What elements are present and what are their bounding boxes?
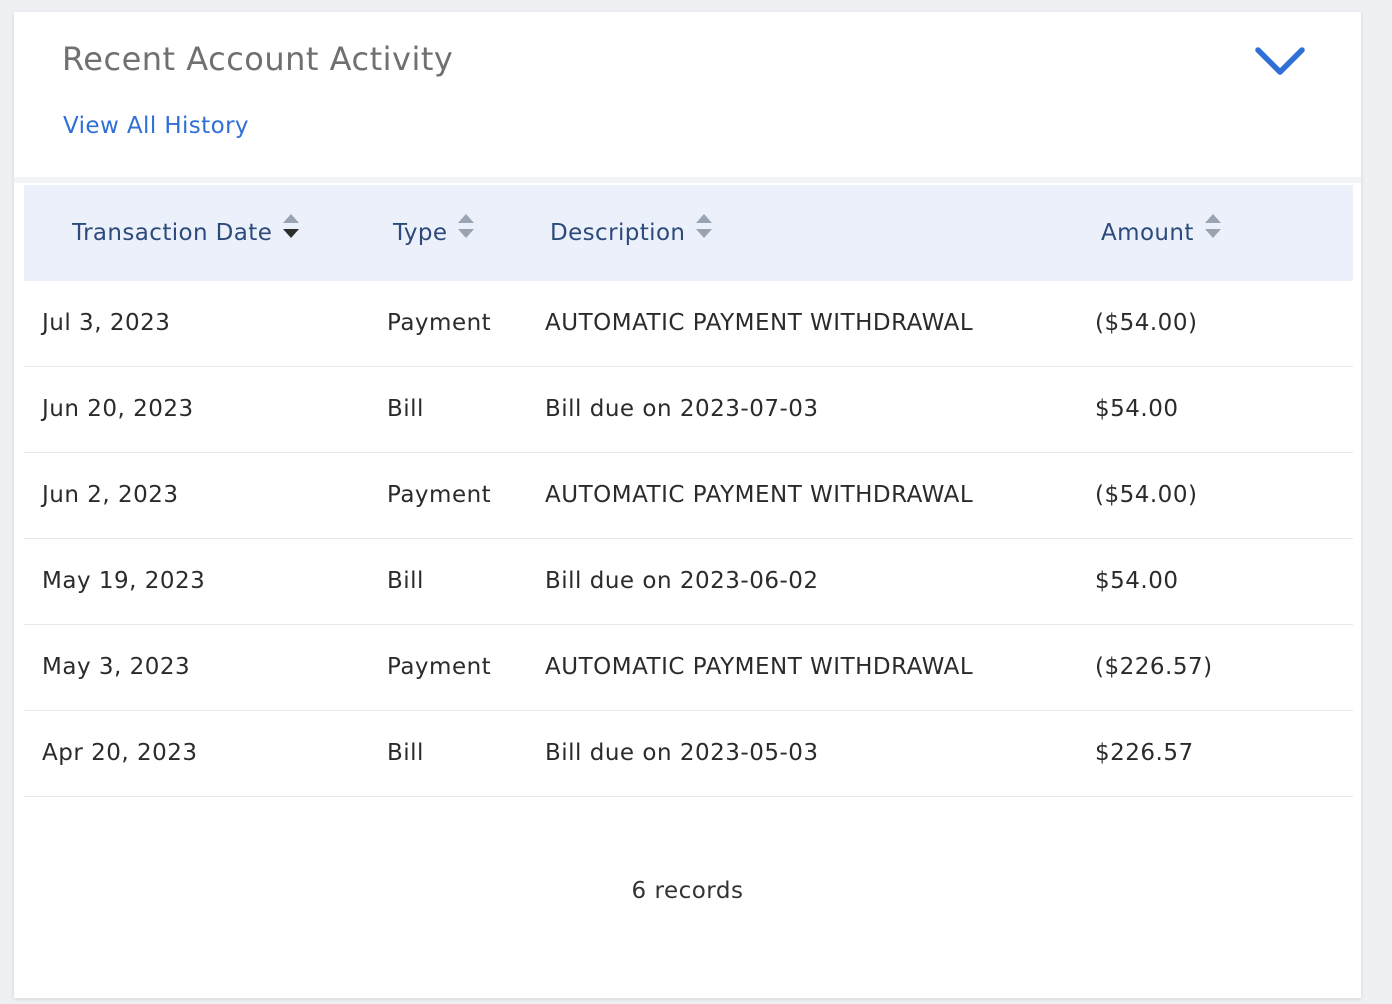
cell-type: Bill bbox=[387, 396, 424, 422]
cell-description: AUTOMATIC PAYMENT WITHDRAWAL bbox=[545, 654, 974, 680]
cell-transaction-date: May 19, 2023 bbox=[42, 568, 206, 594]
cell-description: AUTOMATIC PAYMENT WITHDRAWAL bbox=[545, 482, 974, 508]
cell-description: Bill due on 2023-07-03 bbox=[545, 396, 819, 422]
account-activity-card: Recent Account Activity View All History… bbox=[14, 12, 1361, 998]
table-row: Apr 20, 2023 Bill Bill due on 2023-05-03… bbox=[24, 711, 1353, 797]
cell-amount: ($54.00) bbox=[1095, 310, 1198, 336]
column-header-transaction-date[interactable]: Transaction Date bbox=[72, 185, 300, 281]
card-title: Recent Account Activity bbox=[62, 40, 454, 78]
table-row: Jun 2, 2023 Payment AUTOMATIC PAYMENT WI… bbox=[24, 453, 1353, 539]
cell-transaction-date: Apr 20, 2023 bbox=[42, 740, 198, 766]
table-row: Jul 3, 2023 Payment AUTOMATIC PAYMENT WI… bbox=[24, 281, 1353, 367]
column-header-type[interactable]: Type bbox=[393, 185, 475, 281]
cell-type: Payment bbox=[387, 654, 492, 680]
column-header-label: Transaction Date bbox=[72, 220, 273, 246]
column-header-label: Type bbox=[393, 220, 448, 246]
cell-type: Payment bbox=[387, 310, 492, 336]
sort-icon bbox=[1204, 184, 1222, 280]
cell-description: Bill due on 2023-06-02 bbox=[545, 568, 819, 594]
cell-type: Bill bbox=[387, 740, 424, 766]
activity-table: Transaction Date Type Description Amount… bbox=[24, 185, 1353, 797]
column-header-label: Description bbox=[550, 220, 686, 246]
sort-icon bbox=[457, 184, 475, 280]
cell-description: AUTOMATIC PAYMENT WITHDRAWAL bbox=[545, 310, 974, 336]
card-header: Recent Account Activity View All History bbox=[14, 12, 1361, 177]
column-header-amount[interactable]: Amount bbox=[1101, 185, 1222, 281]
sort-icon bbox=[282, 184, 300, 280]
cell-type: Payment bbox=[387, 482, 492, 508]
cell-description: Bill due on 2023-05-03 bbox=[545, 740, 819, 766]
cell-amount: ($226.57) bbox=[1095, 654, 1213, 680]
table-header-row: Transaction Date Type Description Amount bbox=[24, 185, 1353, 281]
cell-transaction-date: May 3, 2023 bbox=[42, 654, 191, 680]
chevron-down-icon bbox=[1255, 47, 1305, 75]
cell-amount: ($54.00) bbox=[1095, 482, 1198, 508]
cell-transaction-date: Jun 2, 2023 bbox=[42, 482, 179, 508]
records-count: 6 records bbox=[631, 878, 744, 904]
column-header-description[interactable]: Description bbox=[550, 185, 713, 281]
view-all-history-link[interactable]: View All History bbox=[63, 113, 249, 139]
collapse-toggle-button[interactable] bbox=[1252, 42, 1308, 82]
column-header-label: Amount bbox=[1101, 220, 1194, 246]
cell-amount: $226.57 bbox=[1095, 740, 1194, 766]
cell-transaction-date: Jul 3, 2023 bbox=[42, 310, 171, 336]
header-divider bbox=[14, 177, 1361, 183]
cell-transaction-date: Jun 20, 2023 bbox=[42, 396, 194, 422]
sort-icon bbox=[695, 184, 713, 280]
cell-amount: $54.00 bbox=[1095, 568, 1179, 594]
table-row: May 19, 2023 Bill Bill due on 2023-06-02… bbox=[24, 539, 1353, 625]
table-row: May 3, 2023 Payment AUTOMATIC PAYMENT WI… bbox=[24, 625, 1353, 711]
table-row: Jun 20, 2023 Bill Bill due on 2023-07-03… bbox=[24, 367, 1353, 453]
cell-type: Bill bbox=[387, 568, 424, 594]
cell-amount: $54.00 bbox=[1095, 396, 1179, 422]
